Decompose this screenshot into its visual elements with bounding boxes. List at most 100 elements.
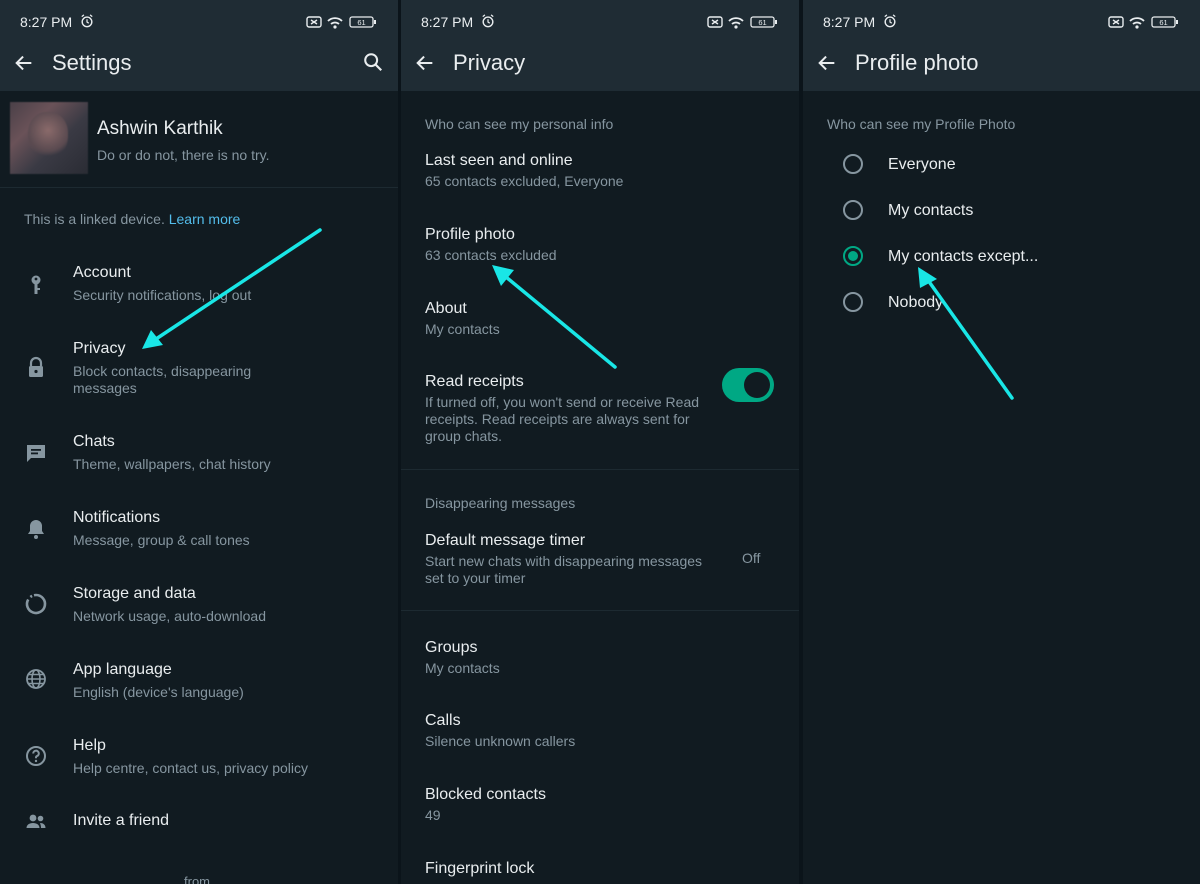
radio-my-contacts-except[interactable]: [843, 246, 863, 266]
settings-item-sub: Block contacts, disappearing messages: [73, 363, 252, 396]
settings-item-chats[interactable]: Chats Theme, wallpapers, chat history: [0, 433, 398, 483]
privacy-item-blocked[interactable]: Blocked contacts 49: [425, 785, 785, 824]
page-title: Privacy: [453, 50, 526, 75]
timer-value: Off: [742, 550, 761, 566]
search-icon[interactable]: [362, 51, 384, 73]
settings-item-language[interactable]: App language English (device's language): [0, 661, 398, 711]
privacy-item-last-seen[interactable]: Last seen and online 65 contacts exclude…: [425, 151, 785, 190]
settings-item-label: Account: [73, 264, 131, 281]
option-label-my-contacts[interactable]: My contacts: [888, 202, 973, 220]
chat-icon: [27, 445, 45, 462]
battery-level: 61: [1159, 18, 1167, 27]
option-label-nobody[interactable]: Nobody: [888, 294, 943, 312]
learn-more-link[interactable]: Learn more: [169, 211, 241, 227]
privacy-item-label: Groups: [425, 639, 478, 656]
settings-item-label: App language: [73, 661, 172, 678]
privacy-item-sub: Start new chats with disappearing messag…: [425, 553, 703, 586]
alarm-icon: [884, 14, 896, 28]
status-bar: 8:27 PM 61: [823, 13, 1180, 31]
page-title: Profile photo: [855, 50, 979, 75]
option-label-my-contacts-except[interactable]: My contacts except...: [888, 248, 1038, 266]
page-title: Settings: [52, 50, 132, 75]
section-header-personal-info: Who can see my personal info: [425, 116, 614, 132]
privacy-item-sub: Silence unknown callers: [425, 733, 576, 749]
status-bar: 8:27 PM 61: [421, 13, 779, 31]
radio-everyone[interactable]: [843, 154, 863, 174]
privacy-item-sub: 65 contacts excluded, Everyone: [425, 173, 624, 189]
privacy-item-read-receipts[interactable]: Read receipts If turned off, you won't s…: [425, 372, 715, 445]
privacy-item-label: Blocked contacts: [425, 786, 546, 803]
privacy-item-sub: 63 contacts excluded: [425, 247, 557, 263]
privacy-item-label: Profile photo: [425, 226, 515, 243]
privacy-item-sub: My contacts: [425, 660, 500, 676]
privacy-screen: 8:27 PM 61 Privacy Who can see my person…: [401, 0, 799, 884]
radio-nobody[interactable]: [843, 292, 863, 312]
privacy-item-sub: If turned off, you won't send or receive…: [425, 394, 700, 444]
privacy-item-profile-photo[interactable]: Profile photo 63 contacts excluded: [425, 225, 785, 264]
system-status-icons: 61: [707, 16, 777, 29]
globe-icon: [26, 669, 46, 689]
section-header-profile-photo: Who can see my Profile Photo: [827, 116, 1016, 132]
settings-screen: 8:27 PM 61 Settings Ashwin Karthik Do or…: [0, 0, 398, 884]
privacy-item-sub: My contacts: [425, 321, 500, 337]
settings-item-privacy[interactable]: Privacy Block contacts, disappearing mes…: [0, 340, 398, 400]
privacy-item-about[interactable]: About My contacts: [425, 299, 785, 338]
avatar[interactable]: [10, 102, 88, 174]
back-arrow-icon[interactable]: [414, 52, 436, 74]
alarm-icon: [482, 14, 494, 28]
settings-item-label: Notifications: [73, 509, 161, 526]
toggle-knob: [744, 372, 770, 398]
read-receipts-toggle[interactable]: [722, 368, 774, 402]
option-label-everyone[interactable]: Everyone: [888, 156, 956, 174]
system-status-icons: 61: [306, 16, 376, 29]
status-time: 8:27 PM: [421, 14, 474, 30]
privacy-item-label: Fingerprint lock: [425, 860, 535, 877]
settings-item-account[interactable]: Account Security notifications, log out: [0, 264, 398, 314]
divider: [401, 469, 799, 470]
radio-my-contacts[interactable]: [843, 200, 863, 220]
privacy-item-groups[interactable]: Groups My contacts: [425, 638, 785, 677]
divider: [401, 610, 799, 611]
status-time: 8:27 PM: [20, 14, 73, 30]
alarm-icon: [81, 14, 93, 28]
back-arrow-icon[interactable]: [816, 52, 838, 74]
battery-level: 61: [357, 18, 365, 27]
settings-item-help[interactable]: Help Help centre, contact us, privacy po…: [0, 737, 398, 787]
privacy-item-calls[interactable]: Calls Silence unknown callers: [425, 711, 785, 750]
settings-item-notifications[interactable]: Notifications Message, group & call tone…: [0, 509, 398, 559]
footer-from-text: from: [184, 874, 210, 884]
lock-icon: [29, 356, 43, 377]
privacy-item-message-timer[interactable]: Default message timer Start new chats wi…: [425, 531, 720, 587]
settings-item-sub: Message, group & call tones: [73, 532, 250, 548]
settings-item-label: Chats: [73, 433, 115, 450]
settings-item-label: Invite a friend: [73, 812, 170, 829]
settings-item-sub: Security notifications, log out: [73, 287, 252, 303]
settings-item-sub: Help centre, contact us, privacy policy: [73, 760, 308, 776]
settings-item-label: Storage and data: [73, 585, 196, 602]
settings-item-sub: English (device's language): [73, 684, 244, 700]
status-bar: 8:27 PM 61: [20, 13, 378, 31]
privacy-item-label: About: [425, 300, 467, 317]
app-bar: 8:27 PM 61 Privacy: [401, 0, 799, 91]
key-icon: [31, 275, 41, 294]
settings-item-sub: Network usage, auto-download: [73, 608, 267, 624]
bell-icon: [28, 520, 44, 539]
privacy-item-label: Read receipts: [425, 373, 524, 390]
privacy-item-label: Calls: [425, 712, 461, 729]
linked-device-notice: This is a linked device. Learn more: [24, 211, 240, 227]
settings-item-storage[interactable]: Storage and data Network usage, auto-dow…: [0, 585, 398, 635]
privacy-item-label: Last seen and online: [425, 152, 573, 169]
back-arrow-icon[interactable]: [13, 52, 35, 74]
settings-item-label: Privacy: [73, 340, 126, 357]
battery-level: 61: [758, 18, 766, 27]
privacy-item-label: Default message timer: [425, 532, 586, 549]
settings-item-label: Help: [73, 737, 106, 754]
settings-item-sub: Theme, wallpapers, chat history: [73, 456, 271, 472]
profile-status: Do or do not, there is no try.: [97, 147, 270, 163]
privacy-item-fingerprint[interactable]: Fingerprint lock: [425, 859, 785, 879]
storage-icon: [25, 593, 47, 615]
settings-item-invite[interactable]: Invite a friend: [0, 812, 398, 842]
linked-device-text: This is a linked device.: [24, 211, 165, 227]
people-icon: [26, 814, 46, 828]
profile-card[interactable]: Ashwin Karthik Do or do not, there is no…: [0, 91, 398, 188]
